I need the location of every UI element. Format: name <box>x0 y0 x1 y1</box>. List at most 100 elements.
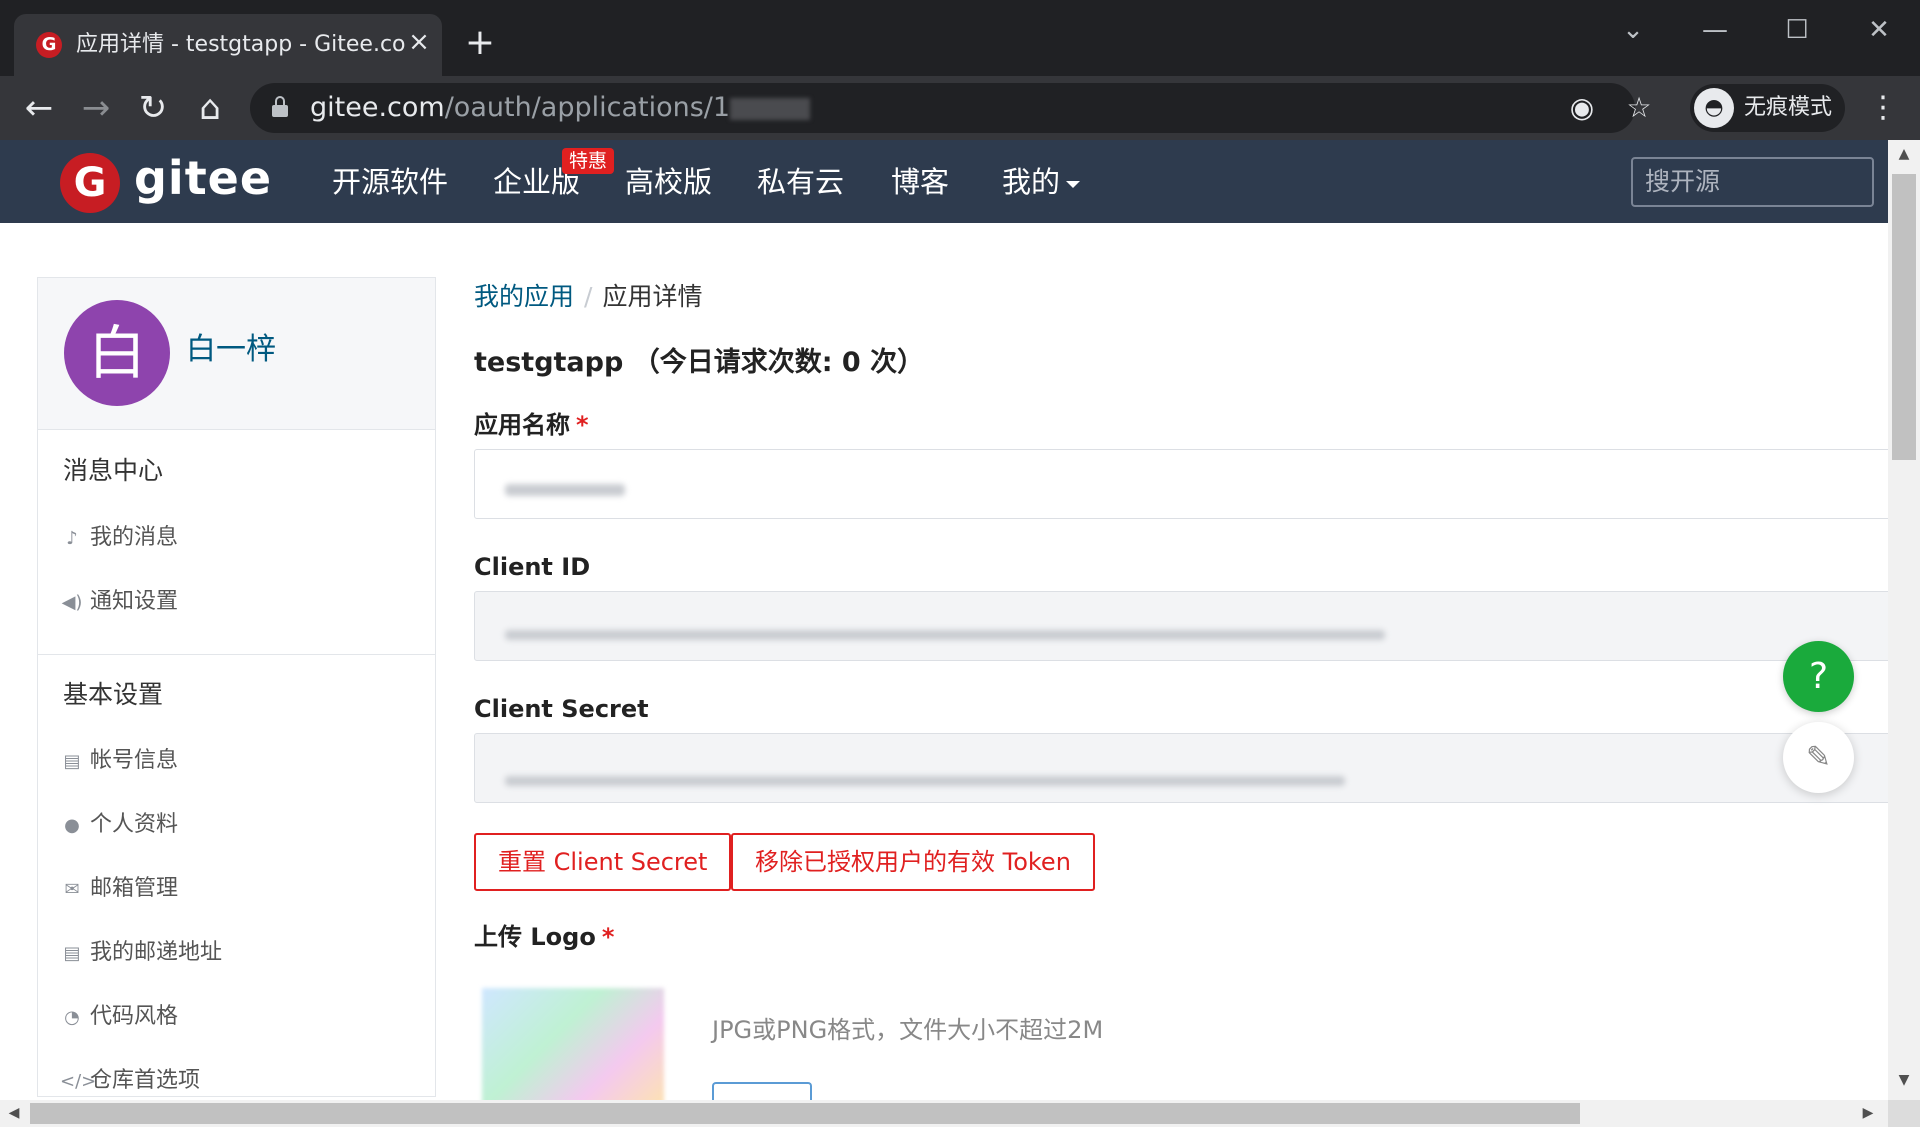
browser-tab-bar: G 应用详情 - testgtapp - Gitee.com × + ⌄ — ☐… <box>0 0 1920 76</box>
sidebar-item-code-style[interactable]: ◔ 代码风格 <box>60 1001 178 1033</box>
tab-close-icon[interactable]: × <box>404 27 434 57</box>
scroll-right-icon[interactable]: ▶ <box>1860 1105 1876 1121</box>
incognito-indicator[interactable]: ◓ 无痕模式 <box>1690 84 1845 132</box>
gitee-logo-text[interactable]: gitee <box>134 150 272 206</box>
sidebar-item-label: 我的消息 <box>90 525 179 550</box>
incognito-label: 无痕模式 <box>1744 95 1833 120</box>
forward-arrow-icon[interactable]: → <box>74 86 118 130</box>
horizontal-scrollbar[interactable]: ◀ ▶ <box>0 1100 1888 1127</box>
client-id-label: Client ID <box>474 553 591 581</box>
page-title: testgtapp （今日请求次数: 0 次） <box>474 347 925 378</box>
scroll-up-icon[interactable]: ▲ <box>1896 146 1912 162</box>
vertical-scroll-thumb[interactable] <box>1892 174 1916 460</box>
lock-icon <box>272 96 288 118</box>
browser-menu-icon[interactable]: ⋮ <box>1868 88 1898 128</box>
new-tab-button[interactable]: + <box>462 25 498 62</box>
sidebar-item-label: 我的邮递地址 <box>90 940 223 965</box>
sidebar-item-label: 通知设置 <box>90 589 179 614</box>
sidebar-item-email[interactable]: ✉ 邮箱管理 <box>60 873 178 905</box>
redacted-value <box>505 484 625 496</box>
scroll-left-icon[interactable]: ◀ <box>6 1105 22 1121</box>
tab-search-chevron-icon[interactable]: ⌄ <box>1608 10 1658 50</box>
sidebar-item-notification-settings[interactable]: ◀) 通知设置 <box>60 586 178 618</box>
required-mark: * <box>601 923 615 951</box>
breadcrumb-separator: / <box>584 282 593 311</box>
sidebar-divider <box>38 654 435 655</box>
sidebar-item-label: 代码风格 <box>90 1004 179 1029</box>
vertical-scrollbar[interactable]: ▲ ▼ <box>1888 140 1920 1100</box>
required-mark: * <box>576 411 589 439</box>
tracking-protection-eye-icon[interactable]: ◉ <box>1565 91 1599 125</box>
redacted-value <box>505 776 1345 786</box>
close-window-button[interactable]: ✕ <box>1854 10 1904 50</box>
bookmark-star-icon[interactable]: ☆ <box>1622 91 1656 125</box>
sidebar-item-profile[interactable]: ● 个人资料 <box>60 809 178 841</box>
upload-logo-label-text: 上传 Logo <box>474 923 596 951</box>
id-card-icon: ▤ <box>63 751 81 772</box>
nav-blog[interactable]: 博客 <box>891 162 949 202</box>
app-name-label: 应用名称 * <box>474 408 589 442</box>
sidebar-item-my-messages[interactable]: ♪ 我的消息 <box>60 522 178 554</box>
sidebar-item-repo-preferences[interactable]: </>仓库首选项 <box>60 1065 200 1097</box>
feedback-edit-icon[interactable]: ✎ <box>1783 722 1854 793</box>
section-title-basic-settings: 基本设置 <box>63 680 164 709</box>
home-icon[interactable]: ⌂ <box>188 86 232 130</box>
reload-icon[interactable]: ↻ <box>131 86 175 130</box>
sidebar-item-postal-address[interactable]: ▤ 我的邮递地址 <box>60 937 222 969</box>
nav-mine-dropdown[interactable]: 我的 <box>1002 162 1081 202</box>
nav-open-source[interactable]: 开源软件 <box>332 162 448 202</box>
user-icon: ● <box>64 815 80 836</box>
settings-sidebar: 白 白一梓 消息中心 ♪ 我的消息 ◀) 通知设置 基本设置 ▤ 帐号信息 ● 个人资料… <box>37 277 436 1097</box>
upload-logo-label: 上传 Logo * <box>474 920 614 954</box>
horizontal-scroll-thumb[interactable] <box>30 1103 1580 1124</box>
profile-card: 白 白一梓 <box>38 278 435 430</box>
username-link[interactable]: 白一梓 <box>186 330 276 370</box>
address-card-icon: ▤ <box>63 943 81 964</box>
avatar[interactable]: 白 <box>64 300 170 406</box>
bell-icon: ♪ <box>66 528 78 549</box>
minimize-window-button[interactable]: — <box>1690 10 1740 50</box>
app-name-input[interactable] <box>474 449 1894 519</box>
code-icon: </> <box>60 1071 97 1092</box>
envelope-icon: ✉ <box>64 879 80 900</box>
speaker-icon: ◀) <box>61 592 83 613</box>
logo-preview-image <box>482 988 664 1108</box>
search-input[interactable]: 搜开源 <box>1631 157 1874 207</box>
breadcrumb-current: 应用详情 <box>602 282 703 311</box>
caret-down-icon <box>1066 180 1081 188</box>
app-name-label-text: 应用名称 <box>474 411 570 439</box>
section-title-messages: 消息中心 <box>63 456 164 485</box>
browser-tab[interactable]: G 应用详情 - testgtapp - Gitee.com × <box>14 14 442 76</box>
address-bar[interactable]: gitee.com/oauth/applications/1 ◉ ☆ <box>250 83 1652 133</box>
client-secret-label: Client Secret <box>474 695 649 723</box>
browser-toolbar: ← → ↻ ⌂ gitee.com/oauth/applications/1 ◉… <box>0 76 1920 140</box>
nav-education[interactable]: 高校版 <box>625 162 712 202</box>
nav-private-cloud[interactable]: 私有云 <box>757 162 844 202</box>
scroll-down-icon[interactable]: ▼ <box>1896 1072 1912 1088</box>
sidebar-item-account-info[interactable]: ▤ 帐号信息 <box>60 745 178 777</box>
reset-client-secret-button[interactable]: 重置 Client Secret <box>474 833 732 891</box>
help-button[interactable]: ? <box>1783 641 1854 712</box>
site-header: G gitee 开源软件 企业版 特惠 高校版 私有云 博客 我的 搜开源 <box>0 140 1888 223</box>
maximize-window-button[interactable]: ☐ <box>1772 10 1822 50</box>
client-secret-field[interactable] <box>474 733 1894 803</box>
revoke-user-tokens-button[interactable]: 移除已授权用户的有效 Token <box>731 833 1095 891</box>
nav-mine-label: 我的 <box>1002 165 1061 199</box>
promo-badge: 特惠 <box>562 148 615 174</box>
upload-hint: JPG或PNG格式，文件大小不超过2M <box>712 1016 1104 1044</box>
client-id-field[interactable] <box>474 591 1894 661</box>
back-arrow-icon[interactable]: ← <box>17 86 61 130</box>
breadcrumb-my-apps[interactable]: 我的应用 <box>474 282 574 311</box>
sidebar-item-label: 帐号信息 <box>90 748 179 773</box>
breadcrumb: 我的应用 / 应用详情 <box>474 279 702 315</box>
tab-title: 应用详情 - testgtapp - Gitee.com <box>76 32 406 57</box>
dashboard-icon: ◔ <box>64 1007 80 1028</box>
redacted-value <box>505 630 1385 640</box>
sidebar-item-label: 邮箱管理 <box>90 876 179 901</box>
gitee-logo-icon[interactable]: G <box>60 153 120 213</box>
url-text: gitee.com/oauth/applications/1 <box>310 91 811 125</box>
sidebar-item-label: 仓库首选项 <box>90 1068 201 1093</box>
sidebar-item-label: 个人资料 <box>90 812 179 837</box>
scrollbar-corner <box>1888 1100 1920 1127</box>
incognito-icon: ◓ <box>1694 88 1734 128</box>
